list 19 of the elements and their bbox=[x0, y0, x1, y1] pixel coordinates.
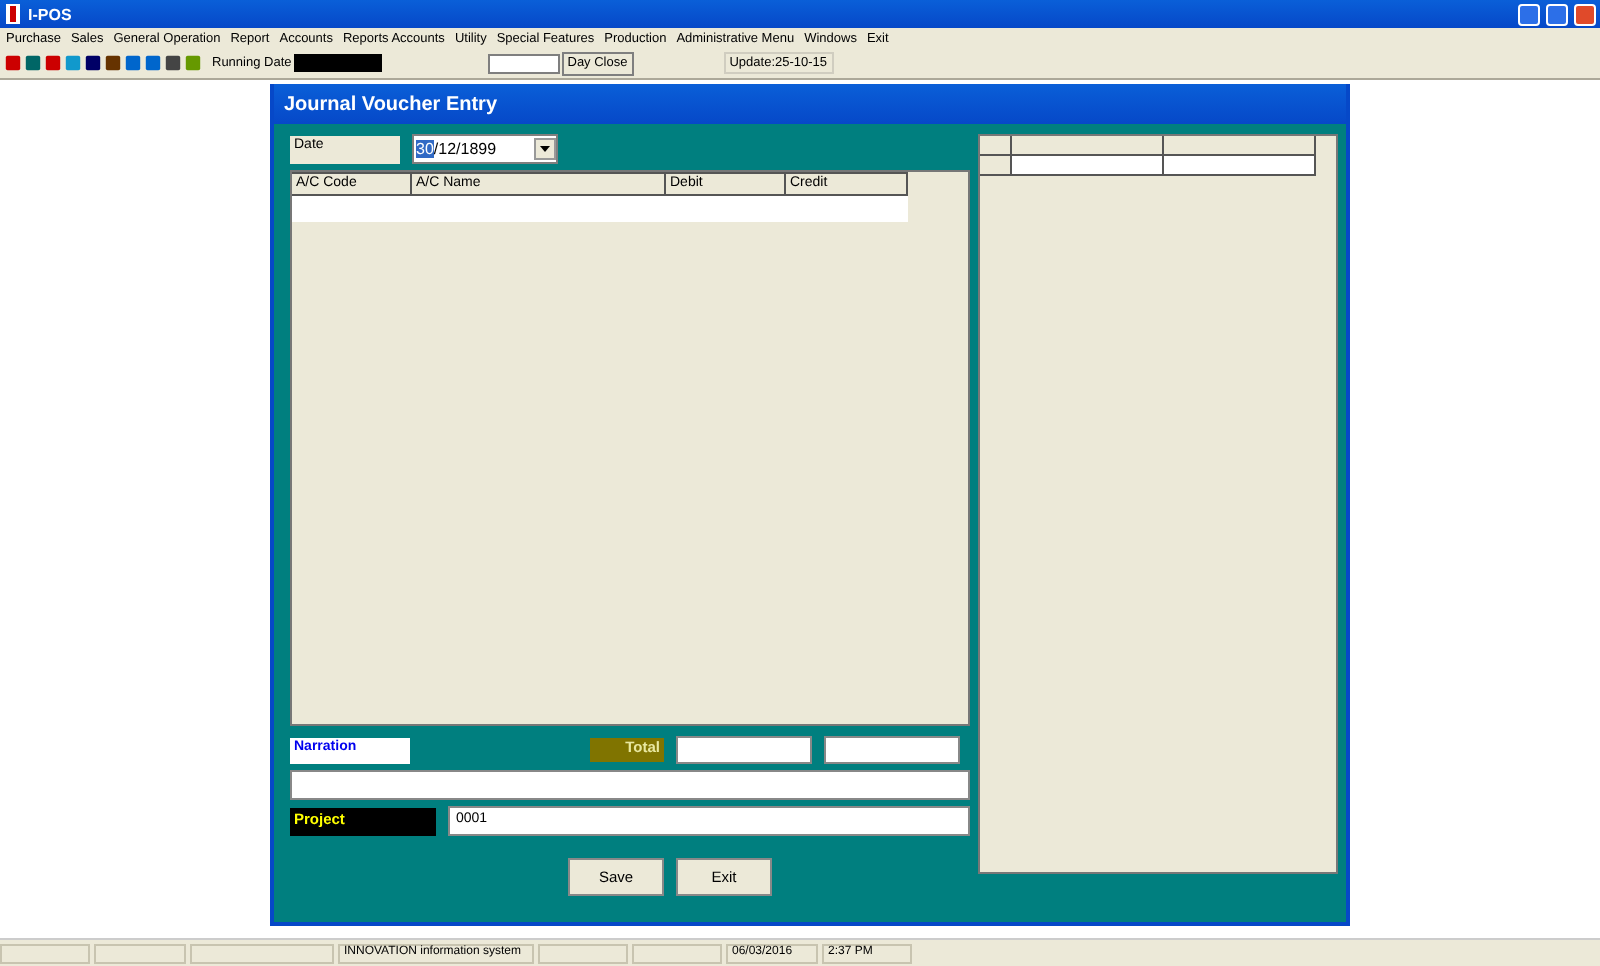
narration-field[interactable] bbox=[290, 770, 970, 800]
caret-icon bbox=[540, 146, 550, 152]
running-date-field bbox=[293, 54, 382, 72]
restore-button[interactable] bbox=[1546, 3, 1568, 25]
status-panel bbox=[190, 944, 334, 964]
status-panel bbox=[0, 944, 90, 964]
status-panel bbox=[94, 944, 186, 964]
window-title: I-POS bbox=[28, 5, 74, 23]
debit-total-field[interactable] bbox=[676, 736, 812, 764]
close-button[interactable] bbox=[1574, 3, 1596, 25]
minimize-button[interactable] bbox=[1518, 3, 1540, 25]
date-field[interactable]: 30/12/1899 bbox=[412, 134, 558, 164]
text-field[interactable] bbox=[487, 53, 560, 73]
credit-total-field[interactable] bbox=[824, 736, 960, 764]
dropdown-button[interactable] bbox=[534, 138, 556, 160]
app-icon bbox=[4, 4, 22, 24]
status-panel bbox=[538, 944, 628, 964]
window-title: Journal Voucher Entry bbox=[274, 84, 1346, 124]
status-panel bbox=[632, 944, 722, 964]
